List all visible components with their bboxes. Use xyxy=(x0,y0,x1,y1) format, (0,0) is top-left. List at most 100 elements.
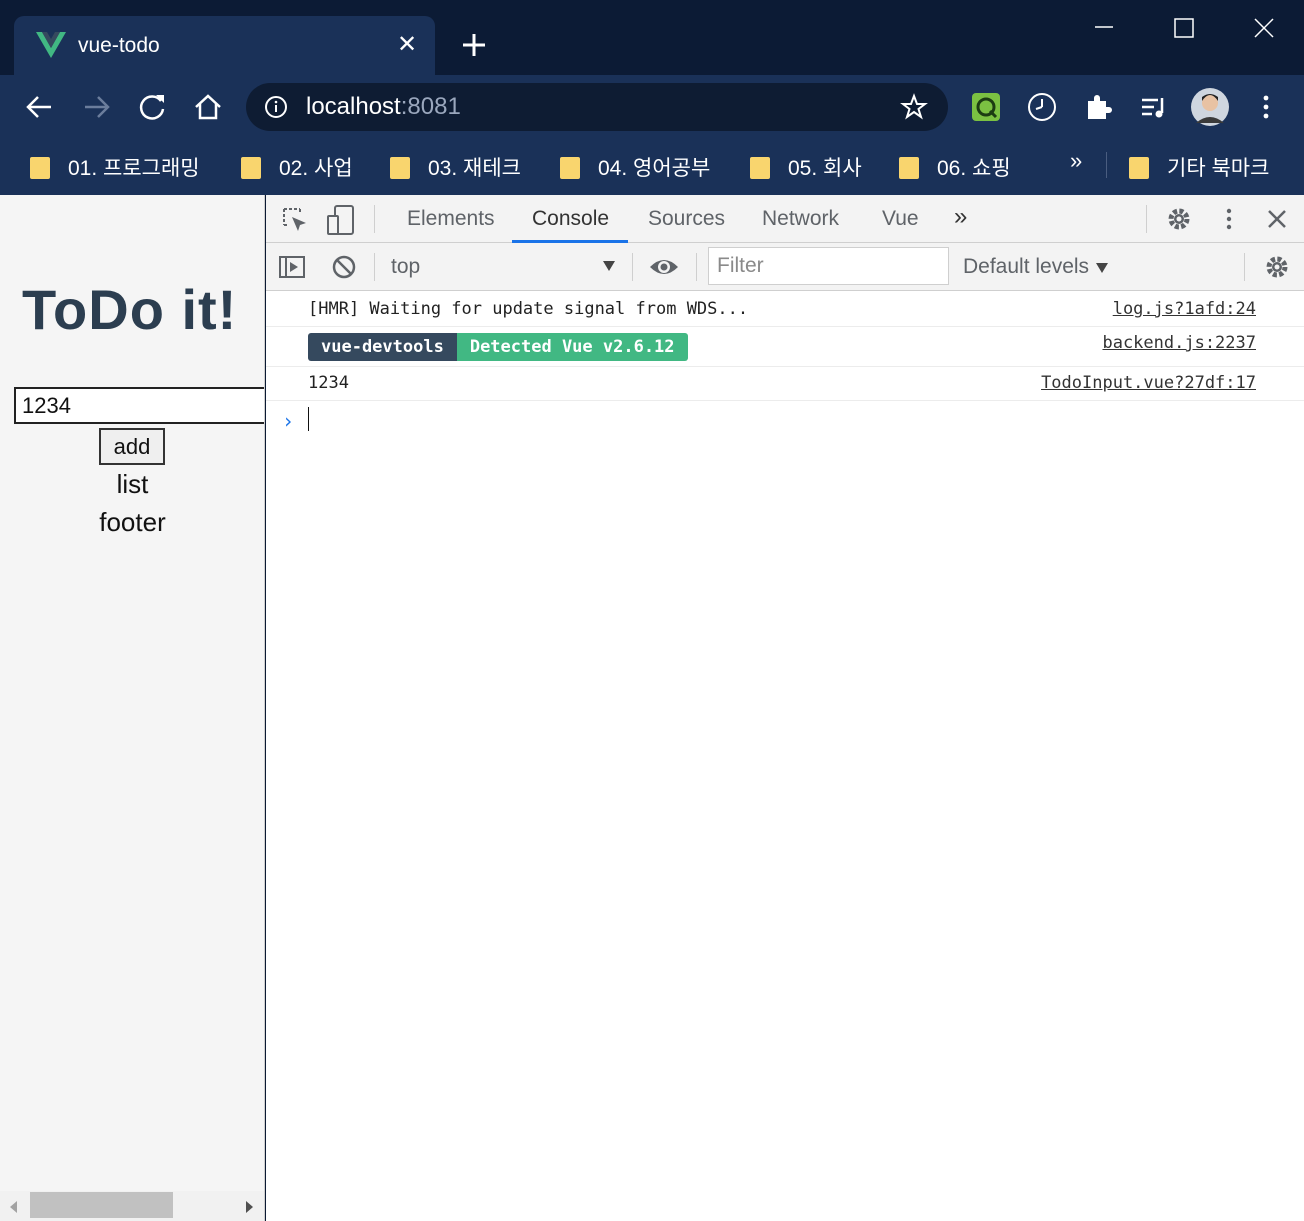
list-placeholder: list xyxy=(116,469,149,499)
scrollbar-thumb[interactable] xyxy=(30,1192,173,1218)
tab-close-icon[interactable]: ✕ xyxy=(396,30,418,60)
minimize-icon[interactable] xyxy=(1082,10,1126,46)
url-text: localhost:8081 xyxy=(306,93,461,121)
badge-vue-devtools: vue-devtools xyxy=(308,333,457,361)
url-port: :8081 xyxy=(400,93,461,120)
avatar[interactable] xyxy=(1190,87,1230,127)
folder-icon xyxy=(560,155,580,179)
star-icon[interactable] xyxy=(900,93,928,121)
toolbar-divider xyxy=(1244,253,1245,281)
clear-console-icon[interactable] xyxy=(330,253,358,281)
tab-console[interactable]: Console xyxy=(532,207,609,231)
forward-icon[interactable] xyxy=(78,89,114,125)
back-icon[interactable] xyxy=(22,89,58,125)
live-expression-eye-icon[interactable] xyxy=(648,253,680,281)
sidebar-toggle-icon[interactable] xyxy=(278,253,306,281)
more-tabs-icon[interactable]: » xyxy=(954,203,967,231)
bookmark-label: 04. 영어공부 xyxy=(598,157,711,180)
log-levels-select[interactable]: Default levels xyxy=(963,255,1089,279)
vue-devtools-badge: vue-devtools Detected Vue v2.6.12 xyxy=(308,333,688,361)
bookmark-label: 기타 북마크 xyxy=(1167,157,1270,180)
bookmark-label: 01. 프로그래밍 xyxy=(68,157,200,180)
reload-icon[interactable] xyxy=(134,89,170,125)
scroll-left-icon[interactable] xyxy=(10,1201,17,1213)
toolbar-divider xyxy=(374,253,375,281)
bookmark-folder[interactable]: 06. 쇼핑 xyxy=(899,149,1011,185)
log-source-link[interactable]: log.js?1afd:24 xyxy=(1113,299,1256,319)
todo-input[interactable] xyxy=(14,387,264,424)
console-filter-input[interactable] xyxy=(708,247,949,285)
badge-detected-vue: Detected Vue v2.6.12 xyxy=(456,333,688,361)
scroll-right-icon[interactable] xyxy=(246,1201,253,1213)
address-bar[interactable]: localhost:8081 xyxy=(246,83,948,131)
bookmark-folder[interactable]: 03. 재테크 xyxy=(390,149,521,185)
clock-icon[interactable] xyxy=(1026,91,1058,123)
toolbar-divider xyxy=(696,253,697,281)
tab-elements[interactable]: Elements xyxy=(407,207,495,231)
folder-icon xyxy=(241,155,261,179)
devtools-tab-bar: Elements Console Sources Network Vue » xyxy=(266,195,1304,243)
bookmarks-more-icon[interactable]: » xyxy=(1070,148,1082,174)
console-prompt-icon: › xyxy=(282,409,295,433)
tab-title: vue-todo xyxy=(78,34,160,57)
add-button[interactable]: add xyxy=(99,428,165,465)
tab-network[interactable]: Network xyxy=(762,207,839,231)
media-queue-icon[interactable] xyxy=(1138,91,1170,123)
info-icon[interactable] xyxy=(264,95,288,119)
bookmark-folder[interactable]: 01. 프로그래밍 xyxy=(30,149,200,185)
page-title: ToDo it! xyxy=(22,278,238,341)
close-devtools-icon[interactable] xyxy=(1264,206,1290,232)
close-icon[interactable] xyxy=(1242,10,1286,46)
console-input[interactable] xyxy=(308,407,309,431)
menu-icon[interactable] xyxy=(1250,91,1282,123)
url-host: localhost xyxy=(306,93,401,120)
log-source-link[interactable]: TodoInput.vue?27df:17 xyxy=(1041,373,1256,393)
devtools-panel: Elements Console Sources Network Vue » t… xyxy=(266,195,1304,1221)
settings-gear-icon[interactable] xyxy=(1166,206,1192,232)
folder-icon xyxy=(390,155,410,179)
tab-sources[interactable]: Sources xyxy=(648,207,725,231)
home-icon[interactable] xyxy=(190,89,226,125)
folder-icon xyxy=(1129,155,1149,179)
footer-placeholder: footer xyxy=(99,507,166,537)
bookmark-folder[interactable]: 02. 사업 xyxy=(241,149,353,185)
toolbar-divider xyxy=(374,205,375,233)
log-message: [HMR] Waiting for update signal from WDS… xyxy=(308,299,749,319)
title-bar: vue-todo ✕ xyxy=(0,0,1304,75)
bookmark-label: 02. 사업 xyxy=(279,157,353,180)
browser-toolbar: localhost:8081 xyxy=(0,75,1304,139)
horizontal-scrollbar[interactable] xyxy=(0,1191,264,1221)
bookmark-other-folder[interactable]: 기타 북마크 xyxy=(1129,149,1269,185)
vue-logo-icon xyxy=(36,32,66,58)
log-message: 1234 xyxy=(308,373,349,393)
browser-tab[interactable]: vue-todo ✕ xyxy=(14,16,435,75)
new-tab-icon[interactable] xyxy=(458,28,490,62)
console-log-row: 1234 TodoInput.vue?27df:17 xyxy=(266,367,1304,401)
folder-icon xyxy=(30,155,50,179)
tab-vue[interactable]: Vue xyxy=(882,207,919,231)
console-settings-icon[interactable] xyxy=(1264,254,1290,280)
folder-icon xyxy=(750,155,770,179)
log-source-link[interactable]: backend.js:2237 xyxy=(1102,333,1256,353)
maximize-icon[interactable] xyxy=(1162,10,1206,46)
bookmarks-divider xyxy=(1106,152,1107,178)
context-select[interactable]: top xyxy=(391,255,420,279)
bookmark-label: 06. 쇼핑 xyxy=(937,157,1011,180)
kebab-menu-icon[interactable] xyxy=(1216,206,1242,232)
folder-icon xyxy=(899,155,919,179)
extension-green-icon[interactable] xyxy=(970,91,1002,123)
bookmark-folder[interactable]: 04. 영어공부 xyxy=(560,149,710,185)
device-toolbar-icon[interactable] xyxy=(326,204,356,236)
bookmarks-bar: 01. 프로그래밍 02. 사업 03. 재테크 04. 영어공부 05. 회사… xyxy=(0,139,1304,195)
puzzle-icon[interactable] xyxy=(1082,91,1114,123)
toolbar-divider xyxy=(632,253,633,281)
context-dropdown-icon[interactable] xyxy=(603,261,615,271)
page-viewport: ToDo it! add list footer xyxy=(0,195,265,1221)
bookmark-label: 03. 재테크 xyxy=(428,157,521,180)
bookmark-label: 05. 회사 xyxy=(788,157,862,180)
console-log-row: vue-devtools Detected Vue v2.6.12 backend… xyxy=(266,327,1304,367)
bookmark-folder[interactable]: 05. 회사 xyxy=(750,149,862,185)
levels-dropdown-icon[interactable] xyxy=(1096,263,1108,273)
console-log-row: [HMR] Waiting for update signal from WDS… xyxy=(266,292,1304,327)
inspect-element-icon[interactable] xyxy=(280,205,310,235)
